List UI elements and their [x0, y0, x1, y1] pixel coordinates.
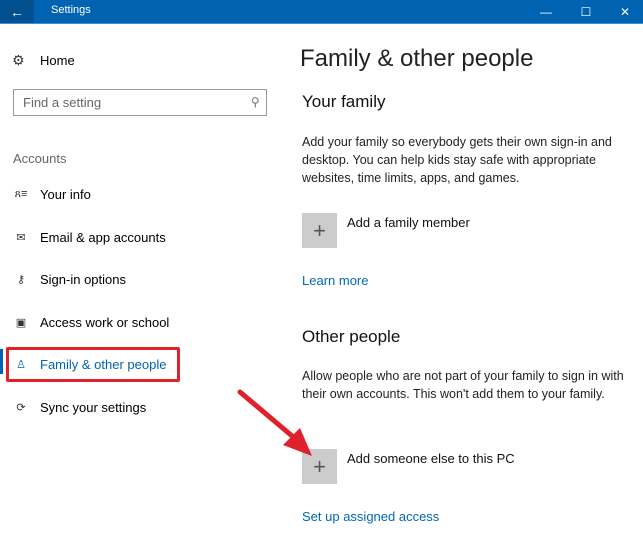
minimize-button[interactable]: — — [526, 0, 566, 23]
sidebar-item-sign-in-options[interactable]: ⚷ Sign-in options — [12, 269, 126, 289]
sidebar-home[interactable]: ⚙ Home — [12, 52, 75, 69]
page-title: Family & other people — [300, 45, 534, 72]
sidebar-item-label: Sync your settings — [40, 399, 147, 415]
learn-more-link[interactable]: Learn more — [302, 273, 368, 288]
your-family-description: Add your family so everybody gets their … — [302, 135, 612, 185]
search-input[interactable]: Find a setting ⚲ — [13, 89, 267, 116]
window-title: Settings — [51, 4, 91, 16]
sidebar-item-your-info[interactable]: ጸ≡ Your info — [12, 184, 91, 204]
plus-icon: + — [313, 217, 326, 243]
gear-icon: ⚙ — [12, 52, 25, 68]
minimize-icon: — — [540, 4, 552, 19]
plus-icon: + — [313, 453, 326, 479]
your-family-heading: Your family — [302, 92, 386, 111]
main-content: Family & other people Your family Add yo… — [290, 24, 643, 540]
assigned-access-link[interactable]: Set up assigned access — [302, 509, 439, 524]
sidebar: ⚙ Home Find a setting ⚲ Accounts ጸ≡ Your… — [0, 24, 290, 540]
sidebar-item-label: Sign-in options — [40, 271, 126, 287]
close-icon: ✕ — [619, 4, 631, 19]
highlight-annotation-box — [6, 347, 180, 382]
sidebar-item-email-accounts[interactable]: ✉ Email & app accounts — [12, 227, 166, 247]
sidebar-item-label: Your info — [40, 186, 91, 202]
back-button[interactable]: ← — [0, 0, 34, 23]
sidebar-item-access-work[interactable]: ▣ Access work or school — [12, 312, 170, 332]
section-label-accounts: Accounts — [13, 151, 67, 166]
sidebar-item-label: Email & app accounts — [40, 229, 166, 245]
mail-icon: ✉ — [16, 231, 26, 244]
other-people-description: Allow people who are not part of your fa… — [302, 369, 624, 401]
search-icon[interactable]: ⚲ — [251, 95, 260, 109]
add-family-member-button[interactable]: + — [302, 213, 337, 248]
maximize-icon: ☐ — [580, 4, 592, 19]
sync-icon: ⟳ — [16, 401, 26, 414]
add-someone-else-label[interactable]: Add someone else to this PC — [347, 451, 515, 466]
contact-info-icon: ጸ≡ — [14, 187, 28, 200]
other-people-heading: Other people — [302, 327, 401, 346]
briefcase-icon: ▣ — [15, 316, 27, 329]
title-bar: ← Settings — ☐ ✕ — [0, 0, 643, 23]
sidebar-item-label: Access work or school — [40, 314, 170, 330]
close-button[interactable]: ✕ — [605, 0, 643, 23]
maximize-button[interactable]: ☐ — [566, 0, 606, 23]
home-label: Home — [40, 53, 75, 68]
sidebar-item-sync[interactable]: ⟳ Sync your settings — [12, 397, 146, 417]
search-placeholder: Find a setting — [23, 95, 102, 110]
key-icon: ⚷ — [16, 273, 26, 286]
add-family-member-label[interactable]: Add a family member — [347, 215, 470, 230]
add-someone-else-button[interactable]: + — [302, 449, 337, 484]
back-arrow-icon: ← — [10, 3, 24, 20]
active-indicator — [0, 349, 3, 374]
